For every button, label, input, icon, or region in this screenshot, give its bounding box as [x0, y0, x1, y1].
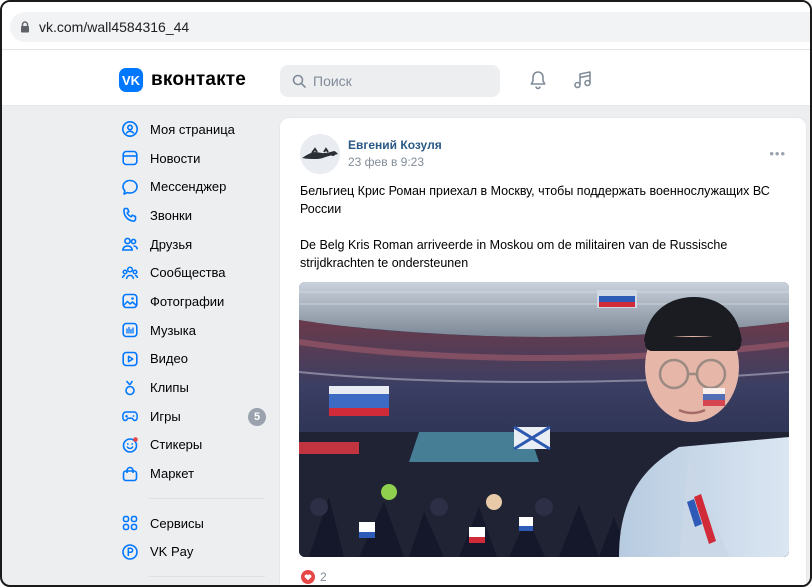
friends-icon [121, 237, 139, 251]
sidebar-item-label: Стикеры [150, 437, 203, 453]
sidebar-item-services[interactable]: Сервисы [121, 509, 271, 538]
heart-icon [301, 570, 315, 584]
search-icon [292, 74, 306, 88]
sidebar-item-label: Маркет [150, 466, 195, 482]
sidebar-item-label: Фотографии [150, 293, 225, 309]
sidebar-item-label: Видео [150, 351, 188, 367]
sidebar-item-calls[interactable]: Звонки [121, 201, 271, 230]
sidebar-item-clips[interactable]: Клипы [121, 373, 271, 402]
sidebar-divider [149, 497, 265, 499]
video-icon [122, 351, 138, 367]
vkpay-icon [122, 544, 138, 560]
more-options-icon[interactable]: ••• [769, 146, 786, 161]
search-box[interactable] [280, 65, 500, 97]
sidebar-item-messenger[interactable]: Мессенджер [121, 172, 271, 201]
sidebar-item-communities[interactable]: Сообщества [121, 258, 271, 287]
search-input[interactable] [313, 73, 483, 89]
sidebar-item-label: VK Pay [150, 544, 194, 560]
message-icon [122, 179, 138, 195]
sidebar-item-label: Моя страница [150, 121, 235, 137]
like-button[interactable]: 2 [301, 570, 327, 584]
sidebar-divider [149, 576, 265, 578]
sidebar-item-label: Мессенджер [150, 179, 227, 195]
sidebar-item-news[interactable]: Новости [121, 144, 271, 173]
services-icon [122, 516, 138, 531]
sidebar-item-market[interactable]: Маркет [121, 459, 271, 488]
post-photo[interactable] [299, 282, 789, 557]
url-field[interactable]: vk.com/wall4584316_44 [10, 12, 810, 42]
sidebar-item-my-page[interactable]: Моя страница [121, 115, 271, 144]
sidebar-item-label: Друзья [150, 236, 193, 252]
post-author[interactable]: Евгений Козуля [348, 138, 442, 152]
lock-icon [20, 21, 30, 33]
music-icon [122, 322, 138, 338]
games-icon [122, 411, 138, 422]
music-note-icon[interactable] [572, 69, 594, 91]
sidebar-item-music[interactable]: Музыка [121, 316, 271, 345]
vk-logo[interactable]: VK вконтакте [119, 68, 246, 92]
games-count-badge: 5 [248, 407, 266, 426]
post-date[interactable]: 23 фев в 9:23 [348, 155, 424, 169]
address-bar: vk.com/wall4584316_44 [2, 2, 810, 50]
stickers-icon [122, 437, 138, 453]
vk-logo-mark: VK [119, 68, 143, 92]
sidebar-item-photos[interactable]: Фотографии [121, 287, 271, 316]
photo-icon [122, 294, 138, 309]
sidebar-item-label: Звонки [150, 207, 192, 223]
sidebar-item-label: Музыка [150, 322, 196, 338]
sidebar-item-games[interactable]: Игры 5 [121, 402, 271, 431]
bell-icon[interactable] [527, 69, 549, 91]
post-text-nl: De Belg Kris Roman arriveerde in Moskou … [300, 238, 728, 270]
wall-post: Евгений Козуля 23 фев в 9:23 ••• Бельгие… [279, 117, 807, 585]
sidebar-item-label: Новости [150, 150, 201, 166]
browser-window: vk.com/wall4584316_44 VK вконтакте Поиск… [0, 0, 812, 587]
sidebar-item-video[interactable]: Видео [121, 345, 271, 374]
sidebar-item-label: Сообщества [150, 265, 226, 281]
site-header: VK вконтакте [2, 50, 810, 106]
phone-icon [123, 208, 137, 223]
sidebar-item-label: Игры [150, 408, 181, 424]
url-text: vk.com/wall4584316_44 [39, 19, 190, 35]
sidebar-item-stickers[interactable]: Стикеры [121, 431, 271, 460]
market-icon [122, 466, 138, 481]
communities-icon [121, 266, 139, 279]
left-navigation: Моя страница Новости Мессенджер Звонки Д… [121, 115, 271, 585]
vk-logo-text: вконтакте [151, 69, 247, 90]
post-text-ru: Бельгиец Крис Роман приехал в Москву, чт… [300, 184, 770, 216]
sidebar-item-label: Сервисы [150, 515, 204, 531]
user-circle-icon [122, 121, 138, 138]
sidebar-item-vk-pay[interactable]: VK Pay [121, 538, 271, 567]
like-count: 2 [320, 570, 327, 584]
author-avatar[interactable] [300, 134, 340, 174]
news-icon [122, 150, 138, 166]
sidebar-item-friends[interactable]: Друзья [121, 230, 271, 259]
sidebar-item-label: Клипы [150, 380, 189, 396]
clips-icon [125, 380, 135, 395]
